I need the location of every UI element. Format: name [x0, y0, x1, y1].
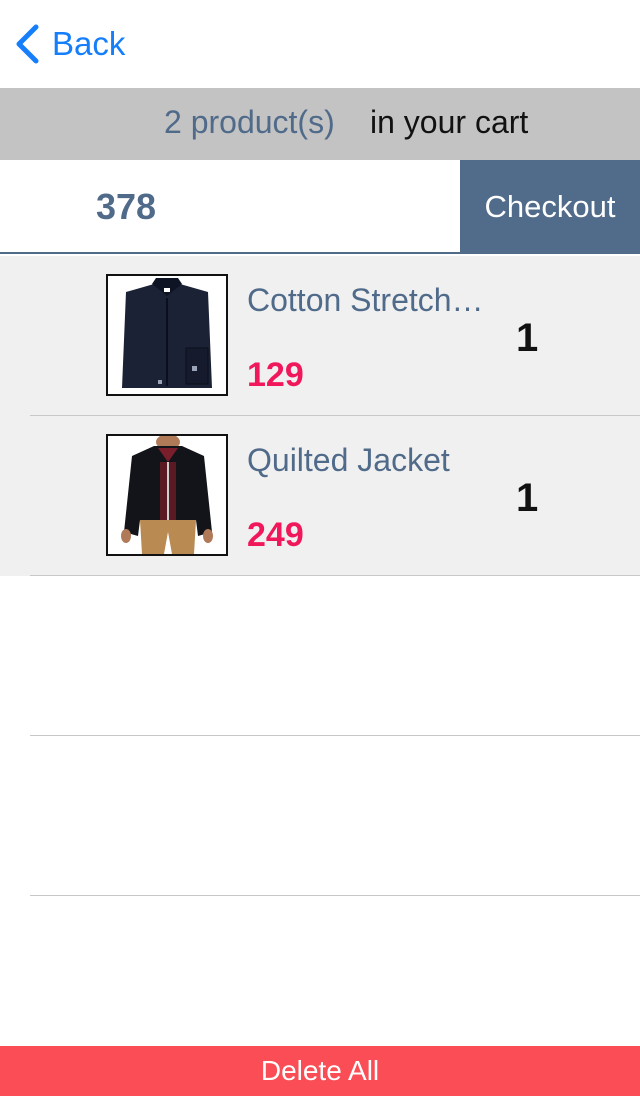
delete-all-button[interactable]: Delete All [0, 1046, 640, 1096]
back-button[interactable]: Back [14, 22, 125, 66]
item-quantity: 1 [516, 476, 539, 520]
checkout-button[interactable]: Checkout [460, 160, 640, 254]
product-thumbnail [106, 274, 228, 396]
navy-shirt-image [108, 276, 226, 394]
product-thumbnail [106, 434, 228, 556]
cart-item[interactable]: Quilted Jacket 249 1 [0, 416, 640, 576]
black-jacket-image [108, 436, 226, 554]
cart-item[interactable]: Cotton Stretch… 129 1 [0, 256, 640, 416]
cart-summary-label: in your cart [370, 104, 529, 140]
item-price: 129 [247, 356, 304, 394]
row-divider [30, 895, 640, 896]
back-label: Back [52, 25, 126, 62]
cart-total: 378 [96, 186, 157, 227]
navigation-bar: Back [0, 0, 640, 88]
empty-row [0, 736, 640, 896]
cart-summary: 2 product(s) in your cart [0, 88, 640, 160]
empty-row [0, 576, 640, 736]
cart-screen: Back 2 product(s) in your cart 378 Check… [0, 0, 640, 1096]
item-name: Quilted Jacket [247, 442, 450, 478]
item-price: 249 [247, 516, 304, 554]
total-row: 378 Checkout [0, 160, 640, 254]
item-quantity: 1 [516, 316, 539, 360]
item-name: Cotton Stretch… [247, 282, 484, 318]
product-count: 2 product(s) [164, 104, 335, 140]
cart-list: Cotton Stretch… 129 1 Quilted Jacket 249… [0, 256, 640, 896]
chevron-left-icon [14, 24, 40, 64]
